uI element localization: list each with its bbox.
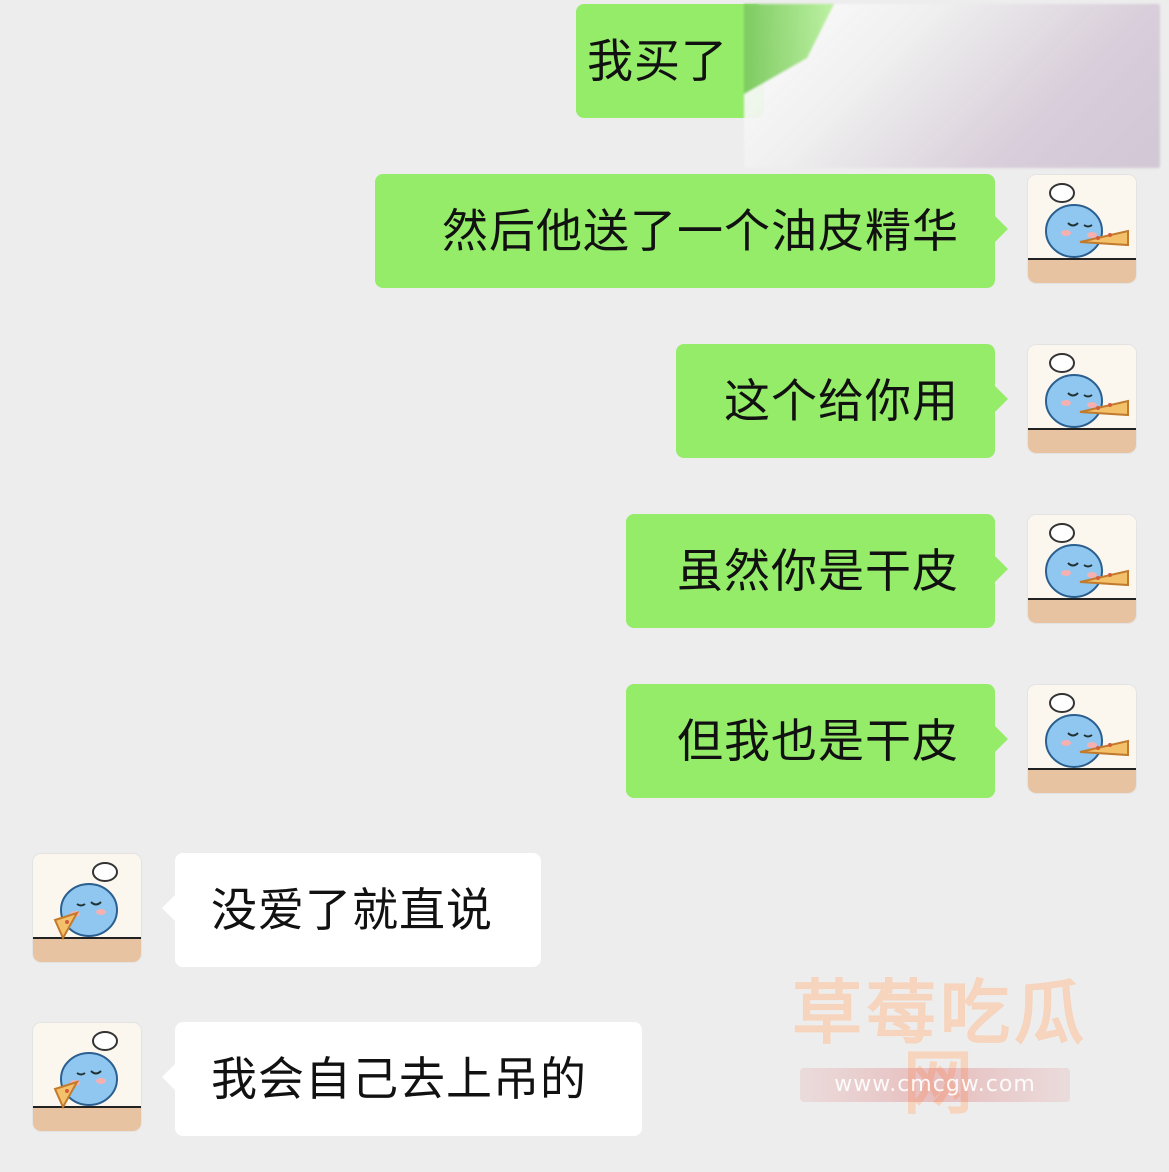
message-text: 我会自己去上吊的 <box>211 1052 587 1106</box>
message-text: 这个给你用 <box>724 374 959 428</box>
pizza-cat-avatar-icon <box>1028 685 1136 793</box>
sent-message-bubble[interactable]: 我买了 <box>576 4 777 118</box>
message-row: 没爱了就直说 <box>0 853 1169 969</box>
pizza-cat-avatar-icon <box>1028 515 1136 623</box>
chat-area: 我买了 然后他送了一个油皮精华 这个给你用 虽然你是干皮 但我也是干皮 没爱了就… <box>0 0 1169 1172</box>
pizza-cat-avatar-icon <box>1028 175 1136 283</box>
message-row: 但我也是干皮 <box>0 684 1169 800</box>
message-text: 我买了 <box>587 34 728 88</box>
avatar[interactable] <box>33 854 141 962</box>
avatar[interactable] <box>1028 175 1136 283</box>
sent-message-bubble[interactable]: 这个给你用 <box>676 344 1008 458</box>
avatar[interactable] <box>33 1023 141 1131</box>
pizza-cat-avatar-icon <box>33 854 141 962</box>
avatar[interactable] <box>1028 515 1136 623</box>
message-text: 然后他送了一个油皮精华 <box>442 204 959 258</box>
message-text: 虽然你是干皮 <box>677 544 959 598</box>
redaction-overlay <box>744 4 1160 168</box>
sent-message-bubble[interactable]: 但我也是干皮 <box>626 684 1008 798</box>
sent-message-bubble[interactable]: 然后他送了一个油皮精华 <box>375 174 1008 288</box>
message-text: 但我也是干皮 <box>677 714 959 768</box>
avatar[interactable] <box>1028 685 1136 793</box>
pizza-cat-avatar-icon <box>1028 345 1136 453</box>
received-message-bubble[interactable]: 没爱了就直说 <box>162 853 541 967</box>
pizza-cat-avatar-icon <box>33 1023 141 1131</box>
message-row: 然后他送了一个油皮精华 <box>0 174 1169 290</box>
received-message-bubble[interactable]: 我会自己去上吊的 <box>162 1022 642 1136</box>
message-row: 虽然你是干皮 <box>0 514 1169 630</box>
watermark-url: www.cmcgw.com <box>800 1068 1070 1102</box>
message-row: 这个给你用 <box>0 344 1169 460</box>
message-text: 没爱了就直说 <box>211 883 493 937</box>
avatar[interactable] <box>1028 345 1136 453</box>
sent-message-bubble[interactable]: 虽然你是干皮 <box>626 514 1008 628</box>
